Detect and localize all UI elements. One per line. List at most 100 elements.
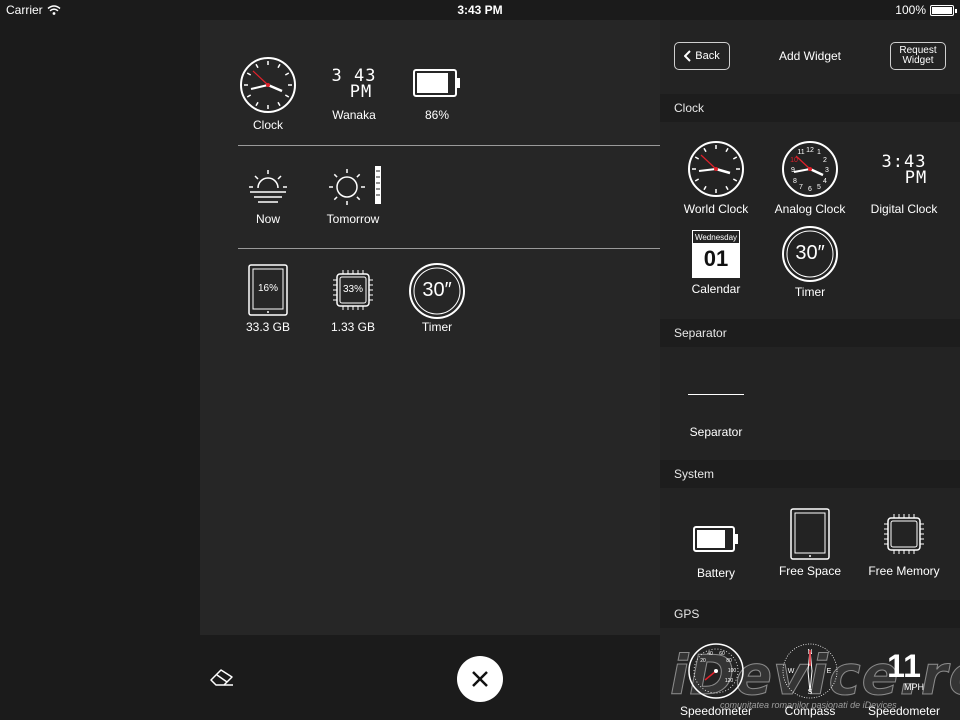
dash-digital-ampm: PM bbox=[349, 82, 373, 102]
svg-text:9: 9 bbox=[791, 167, 795, 174]
compass-widget[interactable]: NESW Compass bbox=[763, 642, 857, 718]
dash-wanaka-label: Wanaka bbox=[332, 108, 376, 122]
dash-free-memory-widget[interactable]: 33% 1.33 GB bbox=[313, 264, 393, 334]
digital-clock-ampm: PM bbox=[904, 168, 928, 188]
svg-text:4: 4 bbox=[823, 178, 827, 185]
battery-percent: 100% bbox=[895, 3, 926, 17]
section-header-gps: GPS bbox=[660, 600, 960, 628]
timer-label: Timer bbox=[794, 285, 826, 299]
add-widget-sidebar: Back Add Widget Request Widget Clock Wor… bbox=[660, 20, 960, 720]
calendar-day: Wednesday bbox=[693, 231, 739, 244]
digital-speed-icon: 11 MPH bbox=[857, 650, 951, 700]
section-header-separator: Separator bbox=[660, 319, 960, 347]
speedometer-label: Speedometer bbox=[679, 704, 753, 718]
free-memory-label: Free Memory bbox=[868, 564, 940, 578]
free-space-widget[interactable]: Free Space bbox=[763, 508, 857, 578]
separator-label: Separator bbox=[689, 425, 743, 439]
section-header-system: System bbox=[660, 460, 960, 488]
status-time: 3:43 PM bbox=[457, 3, 503, 17]
svg-text:1: 1 bbox=[817, 149, 821, 156]
chip-icon bbox=[857, 508, 951, 560]
dash-clock-widget[interactable]: Clock bbox=[228, 56, 308, 132]
dash-weather-tomorrow-widget[interactable]: Tomorrow bbox=[313, 165, 393, 226]
compass-icon: NESW bbox=[763, 642, 857, 700]
dash-free-space-widget[interactable]: 16% 33.3 GB bbox=[228, 264, 308, 334]
request-widget-button[interactable]: Request Widget bbox=[890, 42, 946, 70]
dash-weather-now-widget[interactable]: Now bbox=[228, 168, 308, 226]
dash-weather-now-label: Now bbox=[255, 212, 280, 226]
svg-text:5: 5 bbox=[817, 184, 821, 191]
svg-text:10: 10 bbox=[790, 157, 798, 164]
speedometer-digital-widget[interactable]: 11 MPH Speedometer bbox=[857, 650, 951, 718]
battery-icon bbox=[692, 525, 740, 553]
speed-value: 11 bbox=[887, 648, 921, 684]
timer-widget[interactable]: 30″ Timer bbox=[763, 225, 857, 299]
section-header-clock: Clock bbox=[660, 94, 960, 122]
digital-clock-label: Digital Clock bbox=[870, 202, 938, 216]
calendar-widget[interactable]: Wednesday 01 Calendar bbox=[669, 230, 763, 296]
svg-text:100: 100 bbox=[728, 668, 737, 674]
separator-line-icon bbox=[688, 394, 744, 395]
svg-text:2: 2 bbox=[823, 157, 827, 164]
dash-free-memory-value: 33% bbox=[342, 284, 363, 295]
svg-text:6: 6 bbox=[808, 186, 812, 193]
speedometer-digital-label: Speedometer bbox=[867, 704, 941, 718]
battery-icon bbox=[412, 68, 462, 98]
analog-clock-widget[interactable]: 12 3 6 9 12 45 7 8 11 10 Analog Clock bbox=[763, 140, 857, 216]
dash-wanaka-widget[interactable]: 3 43 PM Wanaka bbox=[314, 68, 394, 123]
bottom-bar bbox=[0, 635, 660, 720]
dash-timer-widget[interactable]: 30″ Timer bbox=[397, 262, 477, 334]
free-space-label: Free Space bbox=[778, 564, 842, 578]
timer-value: 30″ bbox=[795, 242, 825, 264]
dash-free-memory-label: 1.33 GB bbox=[330, 320, 376, 334]
fog-sun-icon bbox=[228, 168, 308, 208]
svg-text:120: 120 bbox=[725, 678, 734, 684]
dash-free-space-value: 16% bbox=[257, 283, 278, 294]
sidebar-header: Back Add Widget Request Widget bbox=[660, 20, 960, 94]
svg-text:E: E bbox=[827, 668, 832, 675]
svg-text:11: 11 bbox=[797, 149, 804, 156]
speedometer-icon: 20 40 60 80 100 120 bbox=[669, 642, 763, 700]
free-memory-widget[interactable]: Free Memory bbox=[857, 508, 951, 578]
tablet-icon bbox=[763, 508, 857, 560]
dash-separator-1 bbox=[238, 145, 660, 146]
world-clock-icon bbox=[669, 140, 763, 198]
dash-clock-label: Clock bbox=[252, 118, 283, 132]
speed-unit: MPH bbox=[904, 682, 924, 692]
analog-clock-numbered-icon: 12 3 6 9 12 45 7 8 11 10 bbox=[763, 140, 857, 198]
dash-timer-label: Timer bbox=[421, 320, 453, 334]
timer-icon: 30″ bbox=[781, 225, 839, 283]
calendar-label: Calendar bbox=[691, 282, 741, 296]
digital-clock-widget[interactable]: 3:43 PM Digital Clock bbox=[857, 154, 951, 217]
dashboard-panel: Clock 3 43 PM Wanaka 86% Now Tomorrow 16… bbox=[200, 20, 660, 635]
sun-icon bbox=[313, 165, 393, 208]
dash-battery-label: 86% bbox=[424, 108, 450, 122]
calendar-date: 01 bbox=[703, 246, 729, 271]
close-button[interactable] bbox=[457, 656, 503, 702]
battery-label: Battery bbox=[696, 566, 735, 580]
svg-text:7: 7 bbox=[799, 184, 803, 191]
dash-battery-widget[interactable]: 86% bbox=[397, 68, 477, 122]
status-bar: Carrier 3:43 PM 100% bbox=[0, 0, 960, 20]
analog-clock-label: Analog Clock bbox=[774, 202, 846, 216]
speedometer-widget[interactable]: 20 40 60 80 100 120 Speedometer bbox=[669, 642, 763, 718]
chip-icon: 33% bbox=[331, 264, 375, 316]
digital-clock-icon: 3:43 PM bbox=[857, 154, 951, 198]
world-clock-widget[interactable]: World Clock bbox=[669, 140, 763, 216]
dash-timer-value: 30″ bbox=[422, 279, 452, 301]
svg-text:8: 8 bbox=[793, 178, 797, 185]
battery-widget[interactable]: Battery bbox=[669, 518, 763, 580]
status-battery-icon bbox=[930, 4, 957, 16]
svg-text:W: W bbox=[788, 668, 795, 675]
svg-text:80: 80 bbox=[726, 658, 732, 664]
left-strip bbox=[0, 20, 200, 635]
svg-text:3: 3 bbox=[825, 167, 829, 174]
dash-free-space-label: 33.3 GB bbox=[245, 320, 291, 334]
analog-clock-icon bbox=[228, 56, 308, 114]
compass-label: Compass bbox=[784, 704, 836, 718]
close-icon bbox=[471, 670, 489, 688]
svg-text:40: 40 bbox=[707, 651, 713, 657]
svg-text:60: 60 bbox=[719, 651, 725, 657]
eraser-icon[interactable] bbox=[208, 666, 236, 690]
separator-widget[interactable]: Separator bbox=[669, 390, 763, 439]
